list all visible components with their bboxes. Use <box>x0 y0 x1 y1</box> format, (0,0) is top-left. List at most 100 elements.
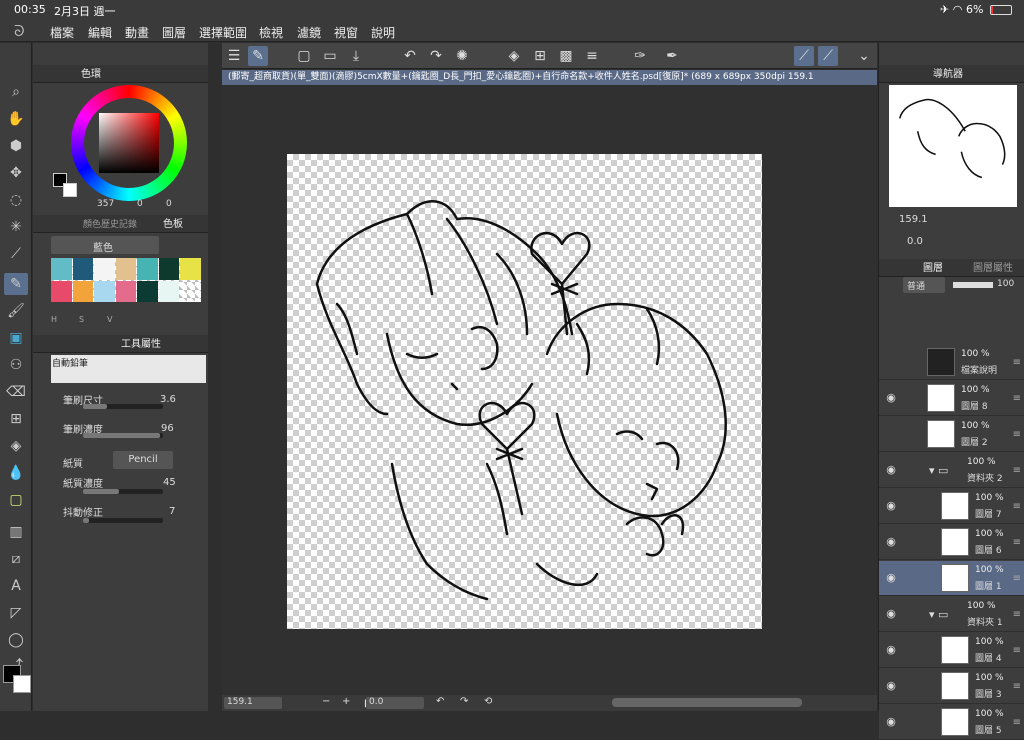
zoom-tool-icon[interactable]: ⌕ <box>4 81 28 103</box>
angle-field[interactable]: 0.0 <box>366 697 424 709</box>
layer-row[interactable]: ◉ 100 % 圖層 4 ≡ <box>879 633 1024 668</box>
layer-menu-icon[interactable]: ≡ <box>1013 609 1021 620</box>
tab-color-history[interactable]: 顏色歷史記錄 <box>83 216 137 234</box>
ruler-tool-icon[interactable]: ⧄ <box>4 548 28 570</box>
layer-menu-icon[interactable]: ≡ <box>1013 501 1021 512</box>
object-tool-icon[interactable]: ⬢ <box>4 135 28 157</box>
sub-color-swatch[interactable] <box>13 675 31 693</box>
document-tab[interactable]: (郵寄_超商取貨)(單_雙面)(滴膠)5cmX數量+(鑰匙圈_D長_門扣_愛心鑰… <box>222 70 877 85</box>
layer-menu-icon[interactable]: ≡ <box>1013 465 1021 476</box>
visibility-eye-icon[interactable] <box>884 355 898 369</box>
color-swatch[interactable] <box>72 280 94 302</box>
folder-icon[interactable]: ▾ ▭ <box>929 464 948 477</box>
loading-icon[interactable]: ✺ <box>452 46 472 66</box>
navigator-preview[interactable] <box>889 85 1017 207</box>
visibility-eye-icon[interactable]: ◉ <box>884 499 898 513</box>
layer-folder-row[interactable]: ◉ ▾ ▭ 100 % 資料夾 2 ≡ <box>879 453 1024 488</box>
pen-setting-icon[interactable]: ✒ <box>662 46 682 66</box>
crop-icon[interactable]: ⊞ <box>530 46 550 66</box>
zoom-out-icon[interactable]: − <box>322 696 330 707</box>
layer-row[interactable]: ◉ 100 % 圖層 6 ≡ <box>879 525 1024 560</box>
menu-filter[interactable]: 濾鏡 <box>297 24 321 41</box>
drawing-canvas[interactable] <box>287 154 762 629</box>
color-tool-icon[interactable]: ▢ <box>4 489 28 511</box>
frame-border-icon[interactable]: ◸ <box>4 602 28 624</box>
menu-selection[interactable]: 選擇範圍 <box>199 24 247 41</box>
balloon-tool-icon[interactable]: ◯ <box>4 629 28 651</box>
folder-icon[interactable]: ▾ ▭ <box>929 608 948 621</box>
hand-tool-icon[interactable]: ✋ <box>4 108 28 130</box>
color-swatch[interactable] <box>51 258 72 280</box>
brush-size-slider[interactable] <box>83 404 163 409</box>
zoom-in-icon[interactable]: + <box>342 696 350 707</box>
pen-tool-icon[interactable]: ✎ <box>4 273 28 295</box>
color-set-dropdown[interactable]: 藍色 <box>51 236 159 254</box>
rotate-right-icon[interactable]: ↷ <box>460 696 468 707</box>
eraser-icon[interactable]: ⌫ <box>4 381 28 403</box>
layer-menu-icon[interactable]: ≡ <box>1013 573 1021 584</box>
color-swatch[interactable] <box>158 280 180 302</box>
tab-layers[interactable]: 圖層 <box>923 260 943 278</box>
visibility-eye-icon[interactable]: ◉ <box>884 535 898 549</box>
ruler-snap-icon[interactable]: ⟋ <box>794 46 814 66</box>
frame-tool-icon[interactable]: ⊞ <box>4 408 28 430</box>
layer-menu-icon[interactable]: ≡ <box>1013 645 1021 656</box>
color-swatch[interactable] <box>158 258 180 280</box>
lines-icon[interactable]: ≡ <box>582 46 602 66</box>
color-swatch[interactable] <box>137 280 158 302</box>
tab-layer-property[interactable]: 圖層屬性 <box>973 260 1013 278</box>
new-file-icon[interactable]: ▢ <box>294 46 314 66</box>
layer-menu-icon[interactable]: ≡ <box>1013 537 1021 548</box>
brush-tool-icon[interactable]: 🖌 <box>4 300 28 322</box>
save-icon[interactable]: ⤓ <box>346 46 366 66</box>
ruler-snap2-icon[interactable]: ⟋ <box>818 46 838 66</box>
menu-view[interactable]: 檢視 <box>259 24 283 41</box>
move-tool-icon[interactable]: ✥ <box>4 162 28 184</box>
layer-menu-icon[interactable]: ≡ <box>1013 357 1021 368</box>
color-swatch[interactable] <box>115 258 137 280</box>
layer-row[interactable]: ◉ 100 % 圖層 3 ≡ <box>879 669 1024 704</box>
hue-ring[interactable] <box>71 85 187 201</box>
reset-rotate-icon[interactable]: ⟲ <box>484 696 492 707</box>
layer-row[interactable]: ◉ 100 % 圖層 7 ≡ <box>879 489 1024 524</box>
redo-icon[interactable]: ↷ <box>426 46 446 66</box>
saturation-value-square[interactable] <box>99 113 159 173</box>
menu-icon[interactable]: ☰ <box>224 46 244 66</box>
tab-color-set[interactable]: 色板 <box>163 216 183 234</box>
visibility-eye-icon[interactable]: ◉ <box>884 715 898 729</box>
fill-bucket-icon[interactable]: ◈ <box>504 46 524 66</box>
visibility-eye-icon[interactable]: ◉ <box>884 463 898 477</box>
color-swatch[interactable] <box>180 258 201 280</box>
visibility-eye-icon[interactable]: ◉ <box>884 643 898 657</box>
menu-layer[interactable]: 圖層 <box>162 24 186 41</box>
open-icon[interactable]: ▭ <box>320 46 340 66</box>
visibility-eye-icon[interactable]: ◉ <box>884 607 898 621</box>
brush-preview[interactable]: 自動鉛筆 <box>51 355 206 383</box>
layer-menu-icon[interactable]: ≡ <box>1013 429 1021 440</box>
app-logo-icon[interactable]: ᘐ <box>14 22 25 40</box>
visibility-eye-icon[interactable]: ◉ <box>884 571 898 585</box>
magic-wand-icon[interactable]: ✳ <box>4 216 28 238</box>
color-swatch[interactable] <box>137 258 158 280</box>
visibility-eye-icon[interactable]: ◉ <box>884 679 898 693</box>
airbrush-tool-icon[interactable]: ▣ <box>4 327 28 349</box>
layer-row[interactable]: ◉ 100 % 圖層 1 ≡ <box>879 561 1024 596</box>
layer-row[interactable]: ◉ 100 % 圖層 5 ≡ <box>879 705 1024 740</box>
menu-edit[interactable]: 編輯 <box>88 24 112 41</box>
lasso-tool-icon[interactable]: ◌ <box>4 189 28 211</box>
color-swatch[interactable] <box>51 280 72 302</box>
gradient-tool-icon[interactable]: ▥ <box>4 521 28 543</box>
menu-help[interactable]: 說明 <box>371 24 395 41</box>
menu-window[interactable]: 視窗 <box>334 24 358 41</box>
menu-file[interactable]: 檔案 <box>50 24 74 41</box>
color-swatch[interactable] <box>72 258 94 280</box>
layer-menu-icon[interactable]: ≡ <box>1013 393 1021 404</box>
visibility-eye-icon[interactable] <box>884 427 898 441</box>
layer-row[interactable]: 100 % 檔案說明 ≡ <box>879 345 1024 380</box>
brush-density-slider[interactable] <box>83 433 163 438</box>
color-swatch[interactable] <box>94 258 115 280</box>
text-tool-icon[interactable]: A <box>4 575 28 597</box>
layer-row[interactable]: 100 % 圖層 2 ≡ <box>879 417 1024 452</box>
stabilization-slider[interactable] <box>83 518 163 523</box>
paper-texture-button[interactable]: Pencil <box>113 451 173 469</box>
